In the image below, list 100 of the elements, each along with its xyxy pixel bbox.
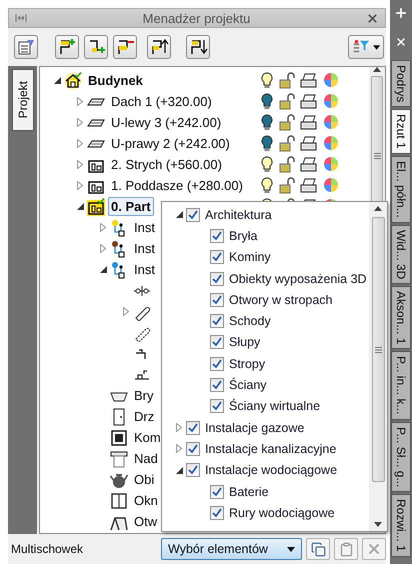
tree-add-button[interactable] [55, 35, 79, 59]
expand-arrow-icon[interactable] [77, 181, 83, 190]
collapse-arrow-icon[interactable] [54, 77, 60, 84]
tree-item[interactable]: Drz [131, 407, 158, 426]
padlock-icon[interactable] [279, 72, 295, 89]
light-bulb-icon[interactable] [260, 177, 274, 194]
tree-add-button[interactable] [84, 35, 108, 59]
tree-item[interactable]: Budynek [85, 71, 146, 90]
checkbox-label[interactable]: Bryła [229, 228, 258, 243]
expand-arrow-icon[interactable] [176, 423, 182, 432]
padlock-icon[interactable] [279, 156, 295, 173]
light-bulb-icon[interactable] [260, 114, 274, 131]
checkbox-label[interactable]: Rury wodociągowe [229, 506, 335, 520]
expand-arrow-icon[interactable] [77, 139, 83, 148]
side-tab[interactable]: Akson... 1 [391, 286, 411, 350]
checkbox-label[interactable]: Architektura [205, 208, 272, 222]
tree-remove-button[interactable] [113, 35, 137, 59]
checkbox[interactable] [186, 463, 200, 478]
side-tab[interactable]: Podrys [391, 60, 411, 108]
checkbox-label[interactable]: Ściany wirtualne [229, 399, 320, 414]
color-wheel-icon[interactable] [323, 135, 339, 151]
scroll-up-icon[interactable] [373, 67, 381, 72]
checkbox[interactable] [210, 228, 224, 243]
checkbox-label[interactable]: Stropy [229, 356, 266, 371]
light-bulb-icon[interactable] [260, 93, 274, 110]
side-tab[interactable]: El... półn... [391, 156, 411, 223]
light-bulb-icon[interactable] [260, 135, 274, 152]
checkbox[interactable] [210, 314, 224, 328]
tree-item[interactable]: Inst [131, 239, 158, 258]
checkbox[interactable] [186, 420, 200, 435]
tree-item[interactable]: Nad [131, 449, 161, 468]
checkbox[interactable] [210, 335, 224, 350]
checkbox-label[interactable]: Instalacje wodociągowe [205, 463, 338, 478]
expand-arrow-icon[interactable] [176, 444, 182, 454]
printer-icon[interactable] [300, 177, 318, 194]
tree-item[interactable]: Inst [131, 218, 158, 237]
padlock-icon[interactable] [279, 114, 295, 131]
light-bulb-icon[interactable] [260, 72, 274, 89]
printer-icon[interactable] [300, 114, 318, 131]
collapse-arrow-icon[interactable] [76, 203, 84, 210]
checkbox[interactable] [186, 442, 200, 456]
tree-item[interactable]: 2. Strych (+560.00) [108, 155, 225, 174]
close-icon[interactable] [395, 36, 407, 48]
color-wheel-icon[interactable] [323, 93, 339, 109]
checkbox[interactable] [210, 378, 224, 392]
tree-item[interactable]: Bry [131, 386, 156, 405]
element-selection-dropdown[interactable]: Wybór elementów [161, 538, 302, 560]
expand-arrow-icon[interactable] [77, 118, 83, 127]
printer-icon[interactable] [300, 72, 318, 89]
color-wheel-icon[interactable] [323, 177, 339, 193]
properties-button[interactable] [14, 35, 38, 59]
close-icon[interactable] [366, 12, 379, 24]
add-icon[interactable] [394, 6, 408, 20]
filter-button[interactable] [348, 35, 384, 59]
side-tab[interactable]: Projekt [12, 69, 34, 131]
tree-item[interactable]: Dach 1 (+320.00) [108, 92, 215, 111]
padlock-icon[interactable] [279, 177, 295, 194]
checkbox-label[interactable]: Słupy [229, 335, 260, 350]
color-wheel-icon[interactable] [323, 114, 339, 130]
tree-item[interactable]: Inst [131, 260, 158, 279]
checkbox[interactable] [210, 506, 224, 520]
color-wheel-icon[interactable] [323, 72, 339, 88]
color-wheel-icon[interactable] [323, 156, 339, 172]
checkbox[interactable] [210, 399, 224, 414]
side-tab[interactable]: P... Sł... g... [391, 422, 411, 492]
checkbox-label[interactable]: Instalacje kanalizacyjne [205, 442, 336, 456]
side-tab[interactable]: Rzut 1 [391, 109, 411, 154]
tree-item[interactable]: U-prawy 2 (+242.00) [108, 134, 233, 153]
padlock-icon[interactable] [279, 93, 295, 110]
checkbox-label[interactable]: Ściany [229, 378, 267, 392]
scroll-thumb[interactable] [372, 217, 384, 482]
checkbox[interactable] [210, 356, 224, 371]
checkbox[interactable] [210, 292, 224, 307]
copy-button[interactable] [306, 538, 330, 560]
expand-arrow-icon[interactable] [100, 244, 106, 253]
checkbox-label[interactable]: Baterie [229, 484, 269, 498]
side-tab[interactable]: Wid... 3D [391, 224, 411, 284]
tree-item[interactable]: Okn [131, 491, 161, 510]
tree-item[interactable]: Obi [131, 470, 158, 489]
checkbox[interactable] [210, 484, 224, 498]
light-bulb-icon[interactable] [260, 156, 274, 173]
move-up-button[interactable] [147, 35, 171, 59]
paste-button[interactable] [334, 538, 358, 560]
expand-arrow-icon[interactable] [77, 97, 83, 106]
checkbox-label[interactable]: Instalacje gazowe [205, 420, 304, 435]
expand-arrow-icon[interactable] [100, 223, 106, 232]
checkbox[interactable] [186, 208, 200, 222]
expand-arrow-icon[interactable] [123, 307, 129, 316]
checkbox-label[interactable]: Obiekty wyposażenia 3D [229, 272, 367, 286]
padlock-icon[interactable] [279, 135, 295, 152]
checkbox-label[interactable]: Kominy [229, 250, 271, 264]
checkbox[interactable] [210, 272, 224, 286]
scroll-down-icon[interactable] [374, 522, 382, 527]
checkbox-label[interactable]: Schody [229, 314, 271, 328]
checkbox-label[interactable]: Otwory w stropach [229, 292, 333, 307]
tree-item[interactable]: Kom [131, 428, 164, 447]
checkbox[interactable] [210, 250, 224, 264]
scroll-up-icon[interactable] [374, 206, 382, 211]
tree-item[interactable]: 0. Part [108, 197, 154, 216]
collapse-arrow-icon[interactable] [176, 466, 182, 474]
